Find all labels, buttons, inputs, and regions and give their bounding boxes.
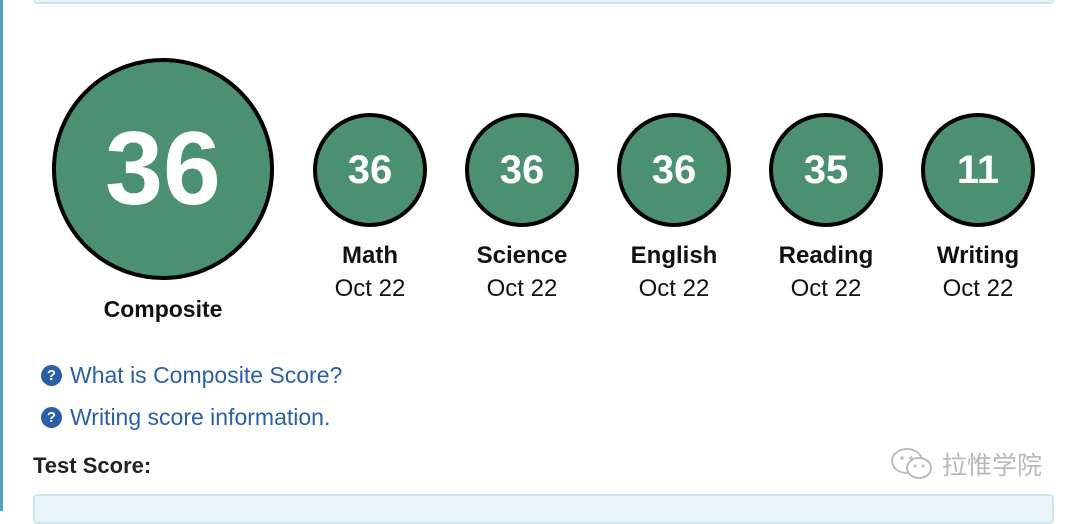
english-date: Oct 22: [638, 275, 710, 302]
composite-score-circle: 36: [52, 58, 274, 280]
writing-date: Oct 22: [942, 275, 1014, 302]
english-score-value: 36: [651, 147, 697, 192]
writing-label: Writing: [936, 242, 1020, 269]
math-label: Math: [342, 242, 398, 269]
wechat-icon: [891, 448, 932, 479]
reading-label: Reading: [778, 242, 874, 269]
science-date: Oct 22: [486, 275, 558, 302]
math-score-value: 36: [347, 147, 393, 192]
composite-score-help-link[interactable]: ? What is Composite Score?: [41, 362, 342, 389]
english-score-circle: 36: [617, 113, 731, 227]
writing-score-help-text[interactable]: Writing score information.: [70, 404, 330, 431]
composite-label: Composite: [103, 296, 223, 322]
math-score-circle: 36: [313, 113, 427, 227]
composite-score-value: 36: [105, 110, 221, 227]
reading-score-value: 35: [803, 147, 849, 192]
test-score-heading: Test Score:: [33, 453, 152, 478]
reading-score-circle: 35: [769, 113, 883, 227]
english-label: English: [630, 242, 718, 269]
writing-score-help-link[interactable]: ? Writing score information.: [41, 404, 330, 431]
science-label: Science: [476, 242, 568, 269]
bottom-panel: [33, 494, 1054, 524]
reading-date: Oct 22: [790, 275, 862, 302]
science-score-value: 36: [499, 147, 545, 192]
science-score-circle: 36: [465, 113, 579, 227]
math-date: Oct 22: [334, 275, 406, 302]
watermark: 拉惟学院: [890, 446, 1042, 482]
left-border: [0, 0, 3, 511]
question-circle-icon: ?: [41, 407, 62, 428]
writing-score-circle: 11: [921, 113, 1035, 227]
question-circle-icon: ?: [41, 365, 62, 386]
watermark-text: 拉惟学院: [942, 452, 1043, 480]
composite-score-help-text[interactable]: What is Composite Score?: [70, 362, 342, 389]
writing-score-value: 11: [956, 147, 1000, 192]
top-panel: [33, 0, 1054, 4]
